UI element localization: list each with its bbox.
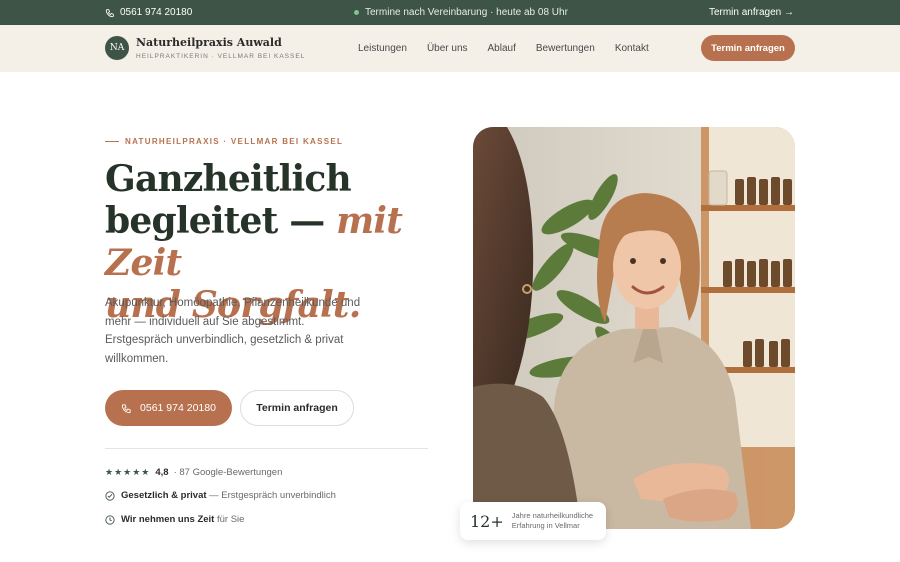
status-dot-icon <box>354 10 359 15</box>
nav-item-ablauf[interactable]: Ablauf <box>488 43 516 54</box>
brand[interactable]: Naturheilpraxis Auwald HEILPRAKTIKERIN ·… <box>136 36 305 60</box>
brand-name: Naturheilpraxis Auwald <box>136 36 282 49</box>
experience-number: 12+ <box>470 511 504 531</box>
star-rating-icon: ★★★★★ <box>105 467 151 477</box>
nav-item-leistungen[interactable]: Leistungen <box>358 43 407 54</box>
experience-text: Jahre naturheilkundliche Erfahrung in Ve… <box>511 511 594 530</box>
logo-badge[interactable]: NA <box>105 36 129 60</box>
headline-line2a: begleitet — <box>105 200 337 242</box>
availability-text: Termine nach Vereinbarung · heute ab 08 … <box>365 7 568 18</box>
nav-item-bewertungen[interactable]: Bewertungen <box>536 43 595 54</box>
nav-item-kontakt[interactable]: Kontakt <box>615 43 649 54</box>
eyebrow-line <box>105 141 119 142</box>
feature-time: Wir nehmen uns Zeit für Sie <box>105 514 244 525</box>
topbar-phone-text: 0561 974 20180 <box>120 7 193 18</box>
feature1-text: — Erstgespräch unverbindlich <box>209 490 336 501</box>
site-header: NA Naturheilpraxis Auwald HEILPRAKTIKERI… <box>0 25 900 72</box>
topbar-cta-link[interactable]: Termin anfragen → <box>709 7 794 18</box>
brand-subtitle: HEILPRAKTIKERIN · VELLMAR BEI KASSEL <box>136 53 306 60</box>
feature1-bold: Gesetzlich & privat <box>121 490 207 501</box>
hero-photo <box>473 127 795 529</box>
check-circle-icon <box>105 490 115 501</box>
header-appointment-button[interactable]: Termin anfragen <box>701 35 795 61</box>
rating-score: 4,8 <box>155 467 169 478</box>
top-bar: 0561 974 20180 Termine nach Vereinbarung… <box>0 0 900 25</box>
phone-icon <box>121 403 131 413</box>
feature-insurance: Gesetzlich & privat — Erstgespräch unver… <box>105 490 336 501</box>
main-nav: Leistungen Über uns Ablauf Bewertungen K… <box>358 43 649 54</box>
feature2-bold: Wir nehmen uns Zeit <box>121 514 215 525</box>
experience-card: 12+ Jahre naturheilkundliche Erfahrung i… <box>460 502 606 540</box>
rating-row: ★★★★★ 4,8 · 87 Google-Bewertungen <box>105 467 282 478</box>
appointment-button[interactable]: Termin anfragen <box>240 390 354 426</box>
call-button[interactable]: 0561 974 20180 <box>105 390 232 426</box>
clock-icon <box>105 514 115 525</box>
feature2-text: für Sie <box>216 514 245 525</box>
headline-line1: Ganzheitlich <box>105 158 352 200</box>
availability-notice: Termine nach Vereinbarung · heute ab 08 … <box>354 7 568 18</box>
hero-lead: Akupunktur, Homöopathie, Pflanzenheilkun… <box>105 297 361 365</box>
phone-icon <box>105 8 114 17</box>
nav-item-ueber-uns[interactable]: Über uns <box>427 43 468 54</box>
topbar-phone[interactable]: 0561 974 20180 <box>105 7 192 18</box>
hero-eyebrow: NATURHEILPRAXIS · VELLMAR BEI KASSEL <box>105 137 343 146</box>
eyebrow-text: NATURHEILPRAXIS · VELLMAR BEI KASSEL <box>125 137 344 146</box>
rating-count: · 87 Google-Bewertungen <box>173 467 283 478</box>
divider <box>105 448 428 449</box>
call-button-label: 0561 974 20180 <box>140 402 216 414</box>
